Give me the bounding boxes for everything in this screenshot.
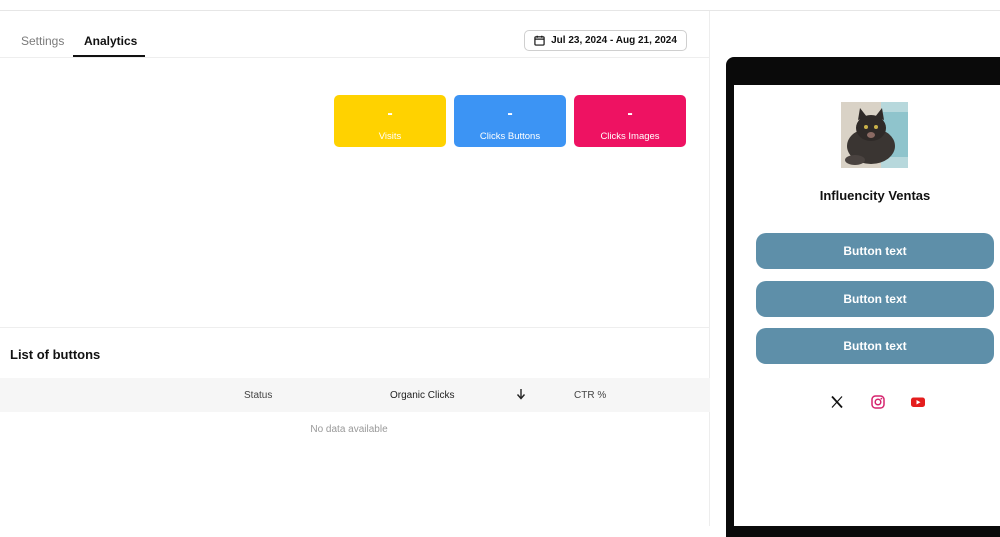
date-range-label: Jul 23, 2024 - Aug 21, 2024 xyxy=(551,35,677,46)
preview-link-button-1[interactable]: Button text xyxy=(756,233,994,269)
youtube-icon[interactable] xyxy=(910,394,926,410)
preview-link-button-2[interactable]: Button text xyxy=(756,281,994,317)
clicks-buttons-value: - xyxy=(507,105,513,122)
clicks-buttons-stat-card[interactable]: - Clicks Buttons xyxy=(454,95,566,147)
table-header: Status Organic Clicks CTR % xyxy=(0,378,710,412)
visits-stat-card[interactable]: - Visits xyxy=(334,95,446,147)
date-range-picker[interactable]: Jul 23, 2024 - Aug 21, 2024 xyxy=(524,30,687,51)
clicks-images-value: - xyxy=(627,105,633,122)
top-bar xyxy=(0,0,1000,11)
clicks-images-label: Clicks Images xyxy=(600,131,660,142)
instagram-icon[interactable] xyxy=(870,394,886,410)
x-icon[interactable] xyxy=(829,394,845,410)
empty-state-text: No data available xyxy=(310,424,388,435)
active-tab-indicator xyxy=(73,55,145,57)
arrow-down-icon[interactable] xyxy=(516,388,526,403)
visits-value: - xyxy=(387,105,393,122)
column-organic-clicks[interactable]: Organic Clicks xyxy=(390,390,454,401)
preview-link-button-3[interactable]: Button text xyxy=(756,328,994,364)
analytics-pane xyxy=(0,11,710,526)
column-ctr[interactable]: CTR % xyxy=(574,390,606,401)
clicks-buttons-label: Clicks Buttons xyxy=(479,131,541,142)
clicks-images-stat-card[interactable]: - Clicks Images xyxy=(574,95,686,147)
calendar-icon xyxy=(534,35,545,46)
tab-analytics[interactable]: Analytics xyxy=(84,34,137,48)
visits-label: Visits xyxy=(378,131,402,142)
avatar xyxy=(841,102,908,168)
column-status[interactable]: Status xyxy=(244,390,272,401)
section-divider xyxy=(0,327,710,328)
tab-settings[interactable]: Settings xyxy=(21,34,64,48)
profile-name: Influencity Ventas xyxy=(819,188,931,203)
list-title: List of buttons xyxy=(10,347,101,362)
